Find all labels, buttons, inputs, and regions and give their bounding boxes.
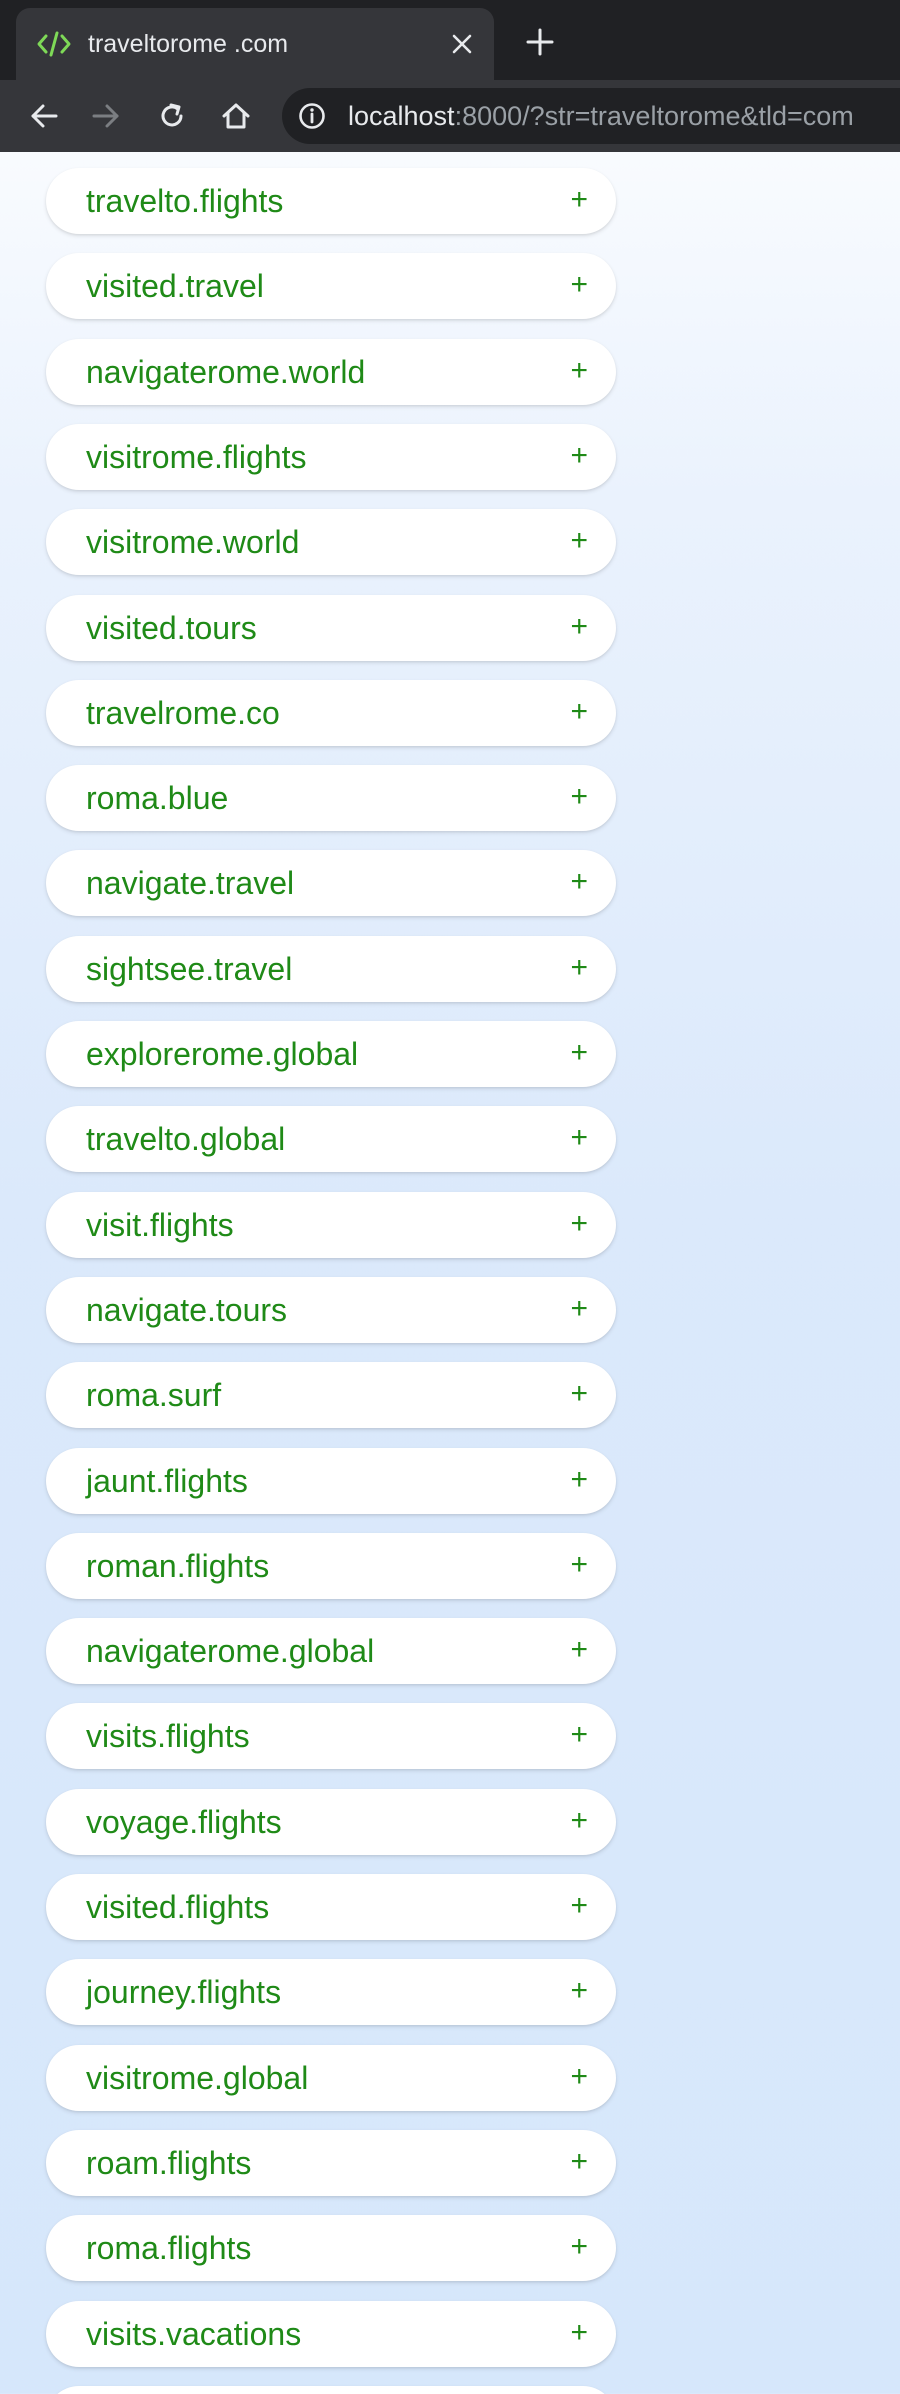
domain-list-item[interactable]: visitrome.world + (46, 509, 616, 575)
domain-name: travelrome.co (86, 695, 280, 731)
domain-name: navigate.tours (86, 1292, 288, 1328)
url-host: localhost (348, 101, 455, 131)
domain-list-item[interactable]: visits.vacations + (46, 2301, 616, 2367)
add-domain-button[interactable]: + (570, 2215, 588, 2281)
domain-list-item[interactable]: jaunt.flights + (46, 1448, 616, 1514)
add-domain-button[interactable]: + (570, 1533, 588, 1599)
domain-name: navigaterome.global (86, 1633, 375, 1669)
domain-name: visited.travel (86, 268, 264, 304)
domain-list-item[interactable] (46, 2386, 616, 2394)
add-domain-button[interactable]: + (570, 253, 588, 319)
info-icon[interactable] (298, 102, 326, 130)
add-domain-button[interactable]: + (570, 765, 588, 831)
domain-name: roma.flights (86, 2230, 252, 2266)
add-domain-button[interactable]: + (570, 1277, 588, 1343)
add-domain-button[interactable]: + (570, 339, 588, 405)
domain-name: jaunt.flights (86, 1463, 248, 1499)
add-domain-button[interactable]: + (570, 1192, 588, 1258)
domain-name: travelto.global (86, 1121, 286, 1157)
domain-list-item[interactable]: navigaterome.global + (46, 1618, 616, 1684)
domain-list-item[interactable]: roma.flights + (46, 2215, 616, 2281)
domain-name: journey.flights (86, 1974, 282, 2010)
domain-list-item[interactable]: travelrome.co + (46, 680, 616, 746)
domain-list-item[interactable]: journey.flights + (46, 1959, 616, 2025)
add-domain-button[interactable]: + (570, 2130, 588, 2196)
domain-name: visited.flights (86, 1889, 270, 1925)
tab-title: traveltorome .com (88, 30, 289, 58)
url-path: :8000/?str=traveltorome&tld=com (454, 101, 854, 131)
domain-name: roma.surf (86, 1377, 222, 1413)
add-domain-button[interactable]: + (570, 1362, 588, 1428)
address-bar[interactable]: localhost:8000/?str=traveltorome&tld=com (282, 88, 900, 144)
domain-list-item[interactable]: navigaterome.world + (46, 339, 616, 405)
add-domain-button[interactable]: + (570, 680, 588, 746)
close-icon[interactable] (444, 26, 480, 62)
domain-list-item[interactable]: travelto.global + (46, 1106, 616, 1172)
domain-list-item[interactable]: visitrome.flights + (46, 424, 616, 490)
add-domain-button[interactable]: + (570, 1703, 588, 1769)
add-domain-button[interactable]: + (570, 1021, 588, 1087)
add-domain-button[interactable]: + (570, 850, 588, 916)
domain-list-item[interactable]: voyage.flights + (46, 1789, 616, 1855)
browser-chrome: traveltorome .com localhost:8000/?str=tr… (0, 0, 900, 152)
domain-list-item[interactable]: visitrome.global + (46, 2045, 616, 2111)
add-domain-button[interactable]: + (570, 424, 588, 490)
domain-name: travelto.flights (86, 183, 284, 219)
domain-list-item[interactable]: explorerome.global + (46, 1021, 616, 1087)
domain-name: visitrome.world (86, 524, 300, 560)
domain-list-item[interactable]: sightsee.travel + (46, 936, 616, 1002)
domain-list-item[interactable]: visit.flights + (46, 1192, 616, 1258)
domain-name: navigaterome.world (86, 354, 366, 390)
domain-list-item[interactable]: roman.flights + (46, 1533, 616, 1599)
domain-name: explorerome.global (86, 1036, 359, 1072)
domain-name: navigate.travel (86, 865, 295, 901)
domain-name: roam.flights (86, 2145, 252, 2181)
add-domain-button[interactable]: + (570, 1448, 588, 1514)
plus-icon[interactable] (520, 22, 560, 62)
browser-toolbar: localhost:8000/?str=traveltorome&tld=com (0, 80, 900, 152)
domain-name: visitrome.flights (86, 439, 307, 475)
add-domain-button[interactable]: + (570, 936, 588, 1002)
domain-list-item[interactable]: visited.tours + (46, 595, 616, 661)
domain-name: visited.tours (86, 610, 257, 646)
domain-list-item[interactable]: roma.blue + (46, 765, 616, 831)
domain-list-item[interactable]: roma.surf + (46, 1362, 616, 1428)
browser-tab[interactable]: traveltorome .com (16, 8, 494, 80)
reload-icon[interactable] (152, 96, 192, 136)
add-domain-button[interactable]: + (570, 2045, 588, 2111)
domain-list-item[interactable]: visits.flights + (46, 1703, 616, 1769)
domain-list-item[interactable]: travelto.flights + (46, 168, 616, 234)
forward-arrow-icon[interactable] (86, 96, 126, 136)
domain-name: roma.blue (86, 780, 229, 816)
back-arrow-icon[interactable] (24, 96, 64, 136)
add-domain-button[interactable]: + (570, 168, 588, 234)
add-domain-button[interactable]: + (570, 509, 588, 575)
domain-name: sightsee.travel (86, 951, 293, 987)
domain-list-item[interactable]: visited.travel + (46, 253, 616, 319)
add-domain-button[interactable]: + (570, 1789, 588, 1855)
code-icon (36, 28, 72, 60)
domain-name: visit.flights (86, 1207, 234, 1243)
domain-name: visits.flights (86, 1718, 250, 1754)
domain-name: voyage.flights (86, 1804, 282, 1840)
home-icon[interactable] (216, 96, 256, 136)
domain-name: roman.flights (86, 1548, 270, 1584)
domain-list-item[interactable]: navigate.tours + (46, 1277, 616, 1343)
domain-list-item[interactable]: roam.flights + (46, 2130, 616, 2196)
domain-list-item[interactable]: visited.flights + (46, 1874, 616, 1940)
domain-name: visits.vacations (86, 2316, 302, 2352)
add-domain-button[interactable]: + (570, 1106, 588, 1172)
add-domain-button[interactable]: + (570, 1618, 588, 1684)
add-domain-button[interactable]: + (570, 1959, 588, 2025)
domain-list-item[interactable]: navigate.travel + (46, 850, 616, 916)
add-domain-button[interactable]: + (570, 1874, 588, 1940)
add-domain-button[interactable]: + (570, 595, 588, 661)
url-text: localhost:8000/?str=traveltorome&tld=com (348, 88, 854, 144)
add-domain-button[interactable]: + (570, 2301, 588, 2367)
domain-name: visitrome.global (86, 2060, 309, 2096)
